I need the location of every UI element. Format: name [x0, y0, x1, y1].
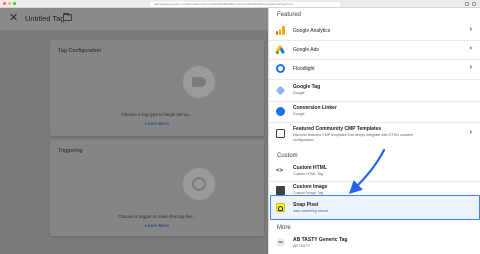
browser-toolbar: tagmanager.google.com/#/container/accoun…	[0, 0, 480, 8]
floodlight-icon	[276, 64, 285, 73]
tag-configuration-heading: Tag Configuration	[58, 48, 102, 54]
tag-type-floodlight[interactable]: Floodlight ›	[269, 60, 480, 76]
snapchat-icon	[276, 203, 285, 212]
share-icon[interactable]	[465, 1, 469, 6]
tag-type-vendor: Custom HTML Tag	[293, 172, 323, 176]
featured-heading: Featured	[277, 12, 302, 18]
chevron-right-icon: ›	[469, 26, 472, 33]
more-heading: More	[277, 225, 291, 231]
tag-type-placeholder[interactable]	[183, 66, 215, 98]
tag-type-vendor: AB TASTY	[293, 244, 311, 248]
tag-type-vendor: Google	[293, 112, 305, 116]
google-ads-icon	[274, 44, 286, 55]
code-icon: <>	[276, 167, 284, 174]
triggering-heading: Triggering	[58, 148, 83, 154]
tabs-icon[interactable]	[472, 1, 476, 6]
tag-configuration-card[interactable]: Tag Configuration Choose a tag type to b…	[50, 40, 264, 136]
address-bar[interactable]: tagmanager.google.com/#/container/accoun…	[150, 1, 340, 7]
triggering-card[interactable]: Triggering Choose a trigger to make this…	[50, 140, 264, 236]
tag-config-learn-more-link[interactable]: Learn More	[50, 121, 264, 126]
chevron-right-icon: ›	[469, 129, 472, 136]
tag-type-title: Snap Pixel	[293, 202, 319, 208]
folder-icon[interactable]	[63, 12, 72, 21]
tag-icon	[192, 77, 206, 87]
tag-type-title: Conversion Linker	[293, 105, 337, 111]
tag-type-title: Google Tag	[293, 84, 321, 90]
chevron-right-icon: ›	[469, 45, 472, 52]
tag-type-ab-tasty[interactable]: AB AB TASTY Generic Tag AB TASTY	[269, 235, 480, 253]
tag-config-hint: Choose a tag type to begin set-up...	[121, 112, 193, 117]
google-tag-icon	[275, 85, 286, 96]
tag-type-vendor: Google	[293, 91, 305, 95]
tag-type-title: Google Analytics	[293, 28, 331, 34]
tag-type-google-tag[interactable]: Google Tag Google	[269, 82, 480, 100]
tag-type-google-ads[interactable]: Google Ads ›	[269, 41, 480, 57]
editor-header: ✕ Untitled Tag	[0, 8, 268, 30]
close-icon[interactable]: ✕	[9, 11, 18, 25]
window-controls[interactable]	[3, 2, 16, 5]
maximize-window-icon[interactable]	[13, 2, 16, 5]
tag-type-title: AB TASTY Generic Tag	[293, 237, 348, 243]
tag-type-custom-html[interactable]: <> Custom HTML Custom HTML Tag	[269, 163, 480, 181]
tag-type-title: Custom Image	[293, 184, 328, 190]
triggering-hint: Choose a trigger to make this tag fire..…	[118, 214, 196, 219]
google-analytics-icon	[276, 26, 285, 35]
trigger-icon	[192, 177, 206, 191]
tag-type-vendor: data marketing school	[293, 209, 329, 213]
tag-type-title: Google Ads	[293, 47, 319, 53]
choose-tag-type-panel: Featured Google Analytics › Google Ads ›…	[268, 8, 480, 254]
tag-type-title: Custom HTML	[293, 165, 327, 171]
tag-type-google-analytics[interactable]: Google Analytics ›	[269, 23, 480, 39]
chevron-right-icon: ›	[469, 64, 472, 71]
close-window-icon[interactable]	[3, 2, 6, 5]
image-icon	[276, 186, 285, 195]
tag-type-title: Floodlight	[293, 66, 315, 72]
tag-type-cmp-templates[interactable]: Featured Community CMP Templates Discove…	[269, 124, 480, 148]
trigger-placeholder[interactable]	[183, 168, 215, 200]
tag-type-title: Featured Community CMP Templates	[293, 126, 382, 132]
tag-type-conversion-linker[interactable]: Conversion Linker Google	[269, 103, 480, 121]
tag-type-description: Discover featured CMP templates that dee…	[293, 133, 413, 137]
minimize-window-icon[interactable]	[8, 2, 11, 5]
cmp-template-icon	[276, 129, 285, 138]
tag-name[interactable]: Untitled Tag	[25, 14, 64, 23]
conversion-linker-icon	[276, 107, 285, 116]
divider	[269, 79, 480, 80]
divider	[269, 122, 480, 123]
tag-editor: ✕ Untitled Tag Tag Configuration Choose …	[0, 8, 268, 254]
divider	[269, 101, 480, 102]
tag-type-description-cont: configuration	[293, 138, 314, 142]
custom-heading: Custom	[277, 153, 298, 159]
ab-tasty-icon: AB	[276, 238, 285, 247]
tag-type-snap-pixel[interactable]: Snap Pixel data marketing school	[269, 199, 480, 217]
triggering-learn-more-link[interactable]: Learn More	[50, 223, 264, 228]
